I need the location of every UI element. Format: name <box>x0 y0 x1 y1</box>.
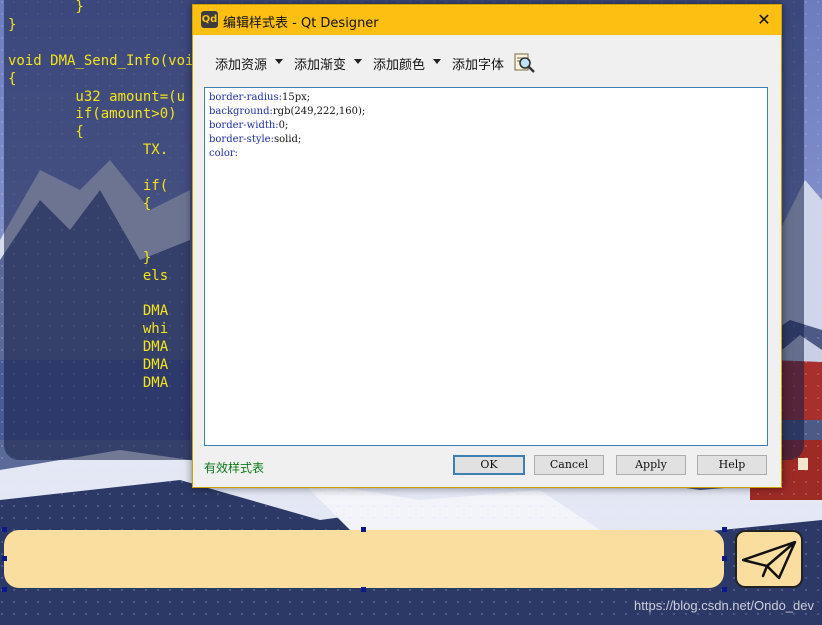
code-line: TX. <box>8 142 169 159</box>
ok-button[interactable]: OK <box>453 455 525 475</box>
code-line: DMA <box>8 357 169 373</box>
code-line: DMA <box>8 339 169 356</box>
close-button[interactable]: ✕ <box>753 9 775 31</box>
code-line: { <box>8 70 17 87</box>
selection-handle[interactable] <box>722 556 727 561</box>
css-property: background: <box>209 106 273 117</box>
add-resource-dropdown-icon[interactable] <box>275 59 283 64</box>
validity-status: 有效样式表 <box>204 461 265 475</box>
help-button[interactable]: Help <box>697 455 767 475</box>
add-font-button[interactable]: 添加字体 <box>452 54 504 73</box>
selection-handle[interactable] <box>2 556 7 561</box>
add-color-button[interactable]: 添加颜色 <box>373 54 425 73</box>
css-value: solid; <box>273 134 302 145</box>
dialog-title: 编辑样式表 - Qt Designer <box>223 16 379 31</box>
selection-handle[interactable] <box>361 527 366 532</box>
code-line: void DMA_Send_Info(void <box>8 52 202 69</box>
stylesheet-line: color: <box>209 147 763 161</box>
selection-handle[interactable] <box>2 587 7 592</box>
selection-handle[interactable] <box>722 527 727 532</box>
qt-designer-app-icon: Qd <box>201 11 218 28</box>
stylesheet-toolbar: 添加资源 添加渐变 添加颜色 添加字体 <box>193 49 781 77</box>
code-line: if( <box>8 178 169 194</box>
watermark: https://blog.csdn.net/Ondo_dev <box>634 598 814 613</box>
css-value: 15px; <box>281 92 311 103</box>
code-line: } <box>8 249 152 266</box>
code-line: DMA <box>8 303 169 320</box>
cancel-button[interactable]: Cancel <box>534 455 604 475</box>
message-input[interactable] <box>4 530 724 588</box>
code-line: DMA <box>8 374 169 391</box>
stylesheet-line: background:rgb(249,222,160); <box>209 105 763 119</box>
add-color-dropdown-icon[interactable] <box>433 59 441 64</box>
css-property: color: <box>209 148 238 159</box>
stylesheet-line: border-radius:15px; <box>209 91 763 105</box>
code-line: } <box>8 16 17 33</box>
css-value: 0; <box>278 120 289 131</box>
code-line: els <box>8 267 169 284</box>
css-property: border-radius: <box>209 92 282 103</box>
code-line: } <box>8 0 84 15</box>
add-gradient-dropdown-icon[interactable] <box>354 59 362 64</box>
selection-handle[interactable] <box>722 587 727 592</box>
selection-handle[interactable] <box>2 527 7 532</box>
selection-handle[interactable] <box>361 587 366 592</box>
code-line: u32 amount=(u <box>8 88 186 105</box>
add-gradient-button[interactable]: 添加渐变 <box>294 54 346 73</box>
stylesheet-line: border-width:0; <box>209 119 763 133</box>
send-button[interactable] <box>735 530 803 588</box>
stylesheet-text-editor[interactable]: border-radius:15px; background:rgb(249,22… <box>204 87 768 446</box>
code-line: { <box>8 124 84 141</box>
css-value: rgb(249,222,160); <box>272 106 366 117</box>
code-line: whi <box>8 321 169 338</box>
find-icon[interactable] <box>513 51 537 75</box>
dialog-titlebar[interactable]: Qd 编辑样式表 - Qt Designer ✕ <box>193 5 781 35</box>
paper-plane-icon <box>741 540 797 580</box>
edit-stylesheet-dialog: Qd 编辑样式表 - Qt Designer ✕ 添加资源 添加渐变 添加颜色 … <box>192 4 782 488</box>
code-line: { <box>8 195 152 212</box>
stylesheet-line: border-style:solid; <box>209 133 763 147</box>
code-line: if(amount>0) <box>8 106 177 123</box>
css-property: border-width: <box>209 120 279 131</box>
css-property: border-style: <box>209 134 274 145</box>
apply-button[interactable]: Apply <box>616 455 686 475</box>
add-resource-button[interactable]: 添加资源 <box>215 54 267 73</box>
